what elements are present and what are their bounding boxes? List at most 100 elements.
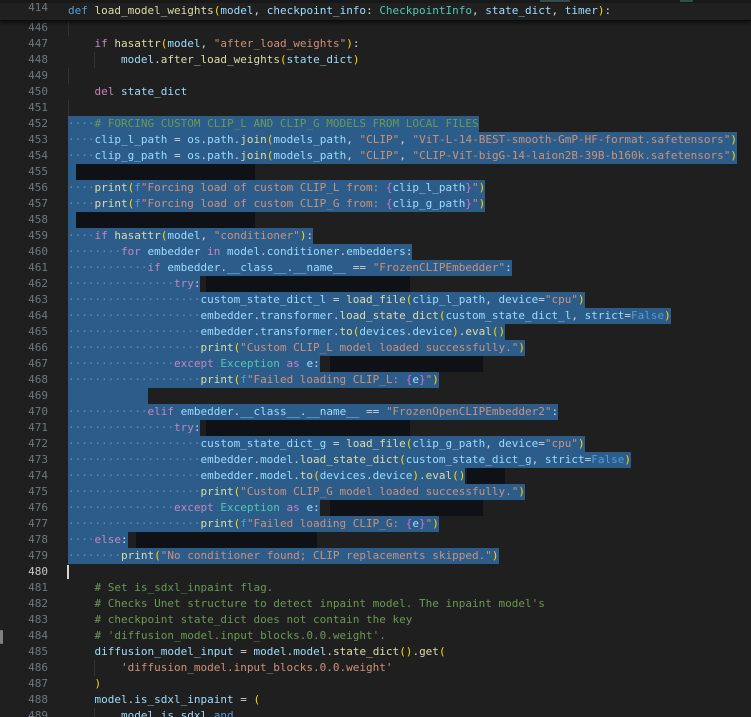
line-number[interactable]: 460 [0,244,48,260]
code-line[interactable]: 459 ····if hasattr(model, "conditioner"): [0,228,751,244]
line-number[interactable]: 464 [0,308,48,324]
line-number[interactable]: 485 [0,644,48,660]
line-number[interactable]: 448 [0,52,48,68]
line-number[interactable]: 454 [0,148,48,164]
code-line[interactable]: 467 ················except Exception as e… [0,356,751,372]
line-number[interactable]: 477 [0,516,48,532]
line-number[interactable]: 456 [0,180,48,196]
line-number[interactable]: 455 [0,164,48,180]
line-number[interactable]: 472 [0,436,48,452]
code-line[interactable]: 478 ····else: [0,532,751,548]
line-number[interactable]: 468 [0,372,48,388]
code-line[interactable]: 453 ····clip_l_path = os.path.join(models… [0,132,751,148]
code-line[interactable]: 469 [0,388,751,404]
code-token: . [260,245,267,258]
line-number[interactable]: 470 [0,404,48,420]
code-line[interactable]: 470 ············elif embedder.__class__._… [0,404,751,420]
line-number[interactable]: 457 [0,196,48,212]
code-line[interactable]: 488 model.is_sdxl_inpaint = ( [0,692,751,708]
code-line[interactable]: 465 ····················embedder.transfor… [0,324,751,340]
line-number[interactable]: 458 [0,212,48,228]
code-token: eval [425,469,453,482]
line-number[interactable]: 471 [0,420,48,436]
code-line[interactable]: 460 ········for embedder in model.conditi… [0,244,751,260]
sticky-line[interactable]: 414 def load_model_weights(model, checkpo… [0,0,751,22]
line-number[interactable]: 480 [0,564,48,580]
line-number[interactable]: 466 [0,340,48,356]
code-line[interactable]: 481 # Set is_sdxl_inpaint flag. [0,580,751,596]
line-number[interactable]: 484 [0,628,48,644]
code-line[interactable]: 483 # checkpoint state_dict does not con… [0,612,751,628]
line-number[interactable]: 488 [0,692,48,708]
code-token: model [120,53,155,66]
code-line[interactable]: 486 'diffusion_model.input_blocks.0.0.we… [0,660,751,676]
code-token: () [491,325,506,338]
code-line[interactable]: 472 ····················custom_state_dict… [0,436,751,452]
line-number[interactable]: 482 [0,596,48,612]
line-number[interactable]: 483 [0,612,48,628]
code-line[interactable]: 450 del state_dict [0,84,751,100]
code-line[interactable]: 451 [0,100,751,116]
line-number[interactable]: 461 [0,260,48,276]
code-line[interactable]: 489 model.is_sdxl and [0,708,751,717]
code-line[interactable]: 477 ····················print(f"Failed lo… [0,516,751,532]
code-line[interactable]: 464 ····················embedder.transfor… [0,308,751,324]
line-number[interactable]: 449 [0,68,48,84]
line-number[interactable]: 451 [0,100,48,116]
line-number[interactable]: 446 [0,20,48,36]
line-number[interactable]: 452 [0,116,48,132]
code-line[interactable]: 456 ····print(f"Forcing load of custom CL… [0,180,751,196]
code-line[interactable]: 454 ····clip_g_path = os.path.join(models… [0,148,751,164]
code-line[interactable]: 471 ················try: [0,420,751,436]
code-line[interactable]: 449 [0,68,751,84]
line-number[interactable]: 474 [0,468,48,484]
code-line[interactable]: 463 ····················custom_state_dict… [0,292,751,308]
code-line[interactable]: 487 ) [0,676,751,692]
code-line[interactable]: 448 model.after_load_weights(state_dict) [0,52,751,68]
line-number[interactable]: 487 [0,676,48,692]
code-line[interactable]: 446 [0,20,751,36]
code-line[interactable]: 455 [0,164,751,180]
code-token: timer [564,4,598,17]
code-line[interactable]: 480 [0,564,751,580]
code-line[interactable]: 484 # 'diffusion_model.input_blocks.0.0.… [0,628,751,644]
code-line[interactable]: 473 ····················embedder.model.lo… [0,452,751,468]
line-number[interactable]: 469 [0,388,48,404]
line-number[interactable]: 467 [0,356,48,372]
code-line[interactable]: 461 ············if embedder.__class__.__n… [0,260,751,276]
code-line[interactable]: 476 ················except Exception as e… [0,500,751,516]
code-line[interactable]: 482 # Checks Unet structure to detect in… [0,596,751,612]
code-line[interactable]: 479 ········print("No conditioner found; … [0,548,751,564]
code-token: = [233,693,254,706]
line-number[interactable]: 473 [0,452,48,468]
line-number[interactable]: 479 [0,548,48,564]
line-number[interactable]: 478 [0,532,48,548]
code-line[interactable]: 475 ····················print("Custom CLI… [0,484,751,500]
line-number[interactable]: 463 [0,292,48,308]
line-number[interactable]: 462 [0,276,48,292]
indent-whitespace: ···· [68,229,95,242]
sticky-scroll-header[interactable]: 414 def load_model_weights(model, checkpo… [0,0,751,21]
code-token: "No conditioner found; CLIP replacements… [160,549,492,562]
line-number[interactable]: 447 [0,36,48,52]
line-number[interactable]: 475 [0,484,48,500]
line-number[interactable]: 450 [0,84,48,100]
code-line[interactable]: 447 if hasattr(model, "after_load_weight… [0,36,751,52]
line-number[interactable]: 486 [0,660,48,676]
line-number[interactable]: 489 [0,708,48,717]
code-line[interactable]: 474 ····················embedder.model.to… [0,468,751,484]
code-line[interactable]: 462 ················try: [0,276,751,292]
line-number[interactable]: 459 [0,228,48,244]
line-number[interactable]: 476 [0,500,48,516]
code-line[interactable]: 466 ····················print("Custom CLI… [0,340,751,356]
code-line[interactable]: 458 [0,212,751,228]
code-token: ( [438,309,446,322]
line-number[interactable]: 481 [0,580,48,596]
code-line[interactable]: 452 ····# FORCING CUSTOM CLIP_L AND CLIP_… [0,116,751,132]
code-token: = [538,293,545,306]
code-line[interactable]: 468 ····················print(f"Failed lo… [0,372,751,388]
line-number[interactable]: 453 [0,132,48,148]
code-line[interactable]: 485 diffusion_model_input = model.model.… [0,644,751,660]
line-number[interactable]: 465 [0,324,48,340]
code-line[interactable]: 457 ····print(f"Forcing load of custom CL… [0,196,751,212]
